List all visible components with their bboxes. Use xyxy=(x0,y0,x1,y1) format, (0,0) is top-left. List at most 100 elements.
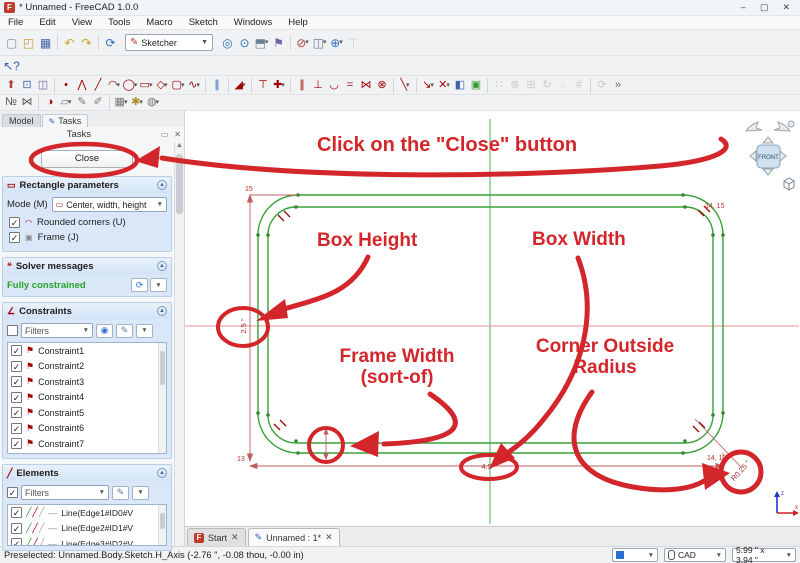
panel-tab-tasks[interactable]: ✎Tasks xyxy=(42,114,89,127)
dropdown-arrow-icon[interactable]: ▾ xyxy=(323,39,327,46)
rounded-corners-checkbox[interactable]: ✓ xyxy=(9,217,20,228)
constraint-checkbox[interactable]: ✓ xyxy=(11,392,22,403)
solver-messages-header[interactable]: ❝ Solver messages ▲ xyxy=(3,258,171,274)
create-point-button[interactable]: • xyxy=(58,77,74,93)
panel-tab-model[interactable]: Model xyxy=(2,114,41,127)
box-element-selection-button[interactable]: ◫▾ xyxy=(311,35,328,51)
collapse-icon[interactable]: ▲ xyxy=(157,261,167,271)
create-fillet-button[interactable]: ◢▾ xyxy=(232,77,248,93)
zoom-tools-button[interactable]: ⊕▾ xyxy=(328,35,345,51)
show-hide-constraints-button[interactable]: ◉ xyxy=(96,324,113,338)
constraint-row[interactable]: ✓⚑Constraint4 xyxy=(8,390,166,406)
view-axonometric-button[interactable]: ⬒▾ xyxy=(253,35,270,51)
workbench-selector[interactable]: ✎ Sketcher ▼ xyxy=(125,34,213,51)
open-file-button[interactable]: ◰ xyxy=(20,35,37,51)
constraint-checkbox[interactable]: ✓ xyxy=(11,423,22,434)
create-arc-button[interactable]: ◠▾ xyxy=(106,77,122,93)
width-dimension-label[interactable]: 4.5 " xyxy=(481,462,497,471)
constraint-row[interactable]: ✓⚑Constraint3 xyxy=(8,374,166,390)
create-bspline-button[interactable]: ∿▾ xyxy=(186,77,202,93)
constrain-symmetric-button[interactable]: ⋈ xyxy=(358,77,374,93)
leave-sketch-button[interactable]: ⬆ xyxy=(3,77,19,93)
menu-item-help[interactable]: Help xyxy=(280,17,316,28)
dropdown-arrow-icon[interactable]: ▾ xyxy=(156,99,160,106)
manual-update-button[interactable]: ⟳ xyxy=(131,278,148,292)
menu-item-macro[interactable]: Macro xyxy=(138,17,180,28)
collapse-icon[interactable]: ▲ xyxy=(157,468,167,478)
elements-filter-dropdown[interactable]: Filters ▼ xyxy=(21,485,109,500)
selection-style-dropdown[interactable]: ▼ xyxy=(612,548,658,562)
deactivate-constraints-button[interactable]: ✐ xyxy=(90,95,106,111)
constraint-row[interactable]: ✓⚑Constraint7 xyxy=(8,436,166,452)
menu-item-tools[interactable]: Tools xyxy=(100,17,138,28)
constraint-checkbox[interactable]: ✓ xyxy=(11,345,22,356)
constrain-distance-horizontal-button[interactable]: ✚▾ xyxy=(271,77,287,93)
float-panel-icon[interactable]: ▭ xyxy=(158,130,172,139)
document-tab-unnamed[interactable]: ✎Unnamed : 1*✕ xyxy=(248,528,340,546)
create-line-button[interactable]: ╱ xyxy=(90,77,106,93)
close-tab-icon[interactable]: ✕ xyxy=(325,532,333,543)
navigation-cube[interactable]: FRONT xyxy=(740,117,796,197)
element-settings-button[interactable]: ✎ xyxy=(112,486,129,500)
constraints-select-all-checkbox[interactable] xyxy=(7,325,18,336)
element-checkbox[interactable]: ✓ xyxy=(11,538,22,546)
height-dimension-label[interactable]: 2.5 " xyxy=(239,318,248,334)
undo-button[interactable]: ↶ xyxy=(61,35,78,51)
menu-item-windows[interactable]: Windows xyxy=(226,17,281,28)
document-tab-start[interactable]: FStart✕ xyxy=(187,528,246,546)
dropdown-arrow-icon[interactable]: ▾ xyxy=(117,82,121,89)
whats-this-button[interactable]: ↖? xyxy=(3,58,20,74)
dropdown-arrow-icon[interactable]: ▾ xyxy=(242,82,246,89)
dimension-button[interactable]: ↘▾ xyxy=(420,77,436,93)
constraint-settings-dropdown[interactable]: ▼ xyxy=(136,324,153,338)
constraint-settings-button[interactable]: ✎ xyxy=(116,324,133,338)
constraints-filter-dropdown[interactable]: Filters ▼ xyxy=(21,323,93,338)
close-task-button[interactable]: Close xyxy=(41,150,133,168)
toolbar-overflow-button[interactable]: » xyxy=(610,77,626,93)
constrain-block-button[interactable]: ⊗ xyxy=(374,77,390,93)
update-options-dropdown[interactable]: ▼ xyxy=(150,278,167,292)
dropdown-arrow-icon[interactable]: ▾ xyxy=(406,82,410,89)
minimize-button[interactable]: – xyxy=(741,2,746,13)
view-sketch-button[interactable]: ⊡ xyxy=(19,77,35,93)
clipping-plane-button[interactable]: ⊘▾ xyxy=(294,35,311,51)
constrain-perpendicular-button[interactable]: ⊥ xyxy=(310,77,326,93)
zoom-fit-all-button[interactable]: ◎ xyxy=(219,35,236,51)
zoom-selection-button[interactable]: ⊙ xyxy=(236,35,253,51)
mode-dropdown[interactable]: ▭ Center, width, height ▼ xyxy=(52,197,167,212)
elements-select-all-checkbox[interactable]: ✓ xyxy=(7,487,18,498)
close-panel-icon[interactable]: ✕ xyxy=(171,130,184,139)
refresh-button[interactable]: ⟳ xyxy=(102,35,119,51)
radius-dimension-label[interactable]: R0.25 " xyxy=(729,458,752,483)
save-file-button[interactable]: ▦ xyxy=(37,35,54,51)
mirror-sketch-button[interactable]: ◧ xyxy=(452,77,468,93)
frame-checkbox[interactable]: ✓ xyxy=(9,232,20,243)
constraint-checkbox[interactable]: ✓ xyxy=(11,361,22,372)
renumber-constraints-button[interactable]: № xyxy=(3,95,19,111)
create-rectangle-button[interactable]: ▭▾ xyxy=(138,77,154,93)
render-order-button[interactable]: ◍▾ xyxy=(145,95,161,111)
navigation-style-dropdown[interactable]: CAD ▼ xyxy=(664,548,726,562)
dropdown-arrow-icon[interactable]: ▾ xyxy=(305,39,309,46)
constraint-row[interactable]: ✓⚑Constraint1 xyxy=(8,343,166,359)
constraint-checkbox[interactable]: ✓ xyxy=(11,438,22,449)
dropdown-arrow-icon[interactable]: ▾ xyxy=(196,82,200,89)
dimension-display-dropdown[interactable]: 5.99 " x 3.94 " ▼ xyxy=(732,548,796,562)
dropdown-arrow-icon[interactable]: ▾ xyxy=(164,82,168,89)
constraint-row[interactable]: ✓⚑Constraint2 xyxy=(8,359,166,375)
measure-button[interactable]: ⚑ xyxy=(270,35,287,51)
create-polygon-button[interactable]: ◇▾ xyxy=(154,77,170,93)
toggle-active-constraint-button[interactable]: ▱▾ xyxy=(58,95,74,111)
toggle-grid-button[interactable]: ▦▾ xyxy=(113,95,129,111)
dropdown-arrow-icon[interactable]: ▾ xyxy=(139,99,143,106)
create-circle-button[interactable]: ◯▾ xyxy=(122,77,138,93)
new-file-button[interactable]: ▢ xyxy=(3,35,20,51)
constraints-header[interactable]: ∠ Constraints ▲ xyxy=(3,303,171,319)
menu-item-file[interactable]: File xyxy=(0,17,31,28)
dropdown-arrow-icon[interactable]: ▾ xyxy=(134,82,138,89)
dropdown-arrow-icon[interactable]: ▾ xyxy=(339,39,343,46)
toggle-construction-mode-button[interactable]: ∥ xyxy=(209,77,225,93)
elements-scrollbar[interactable] xyxy=(158,505,166,545)
redo-button[interactable]: ↷ xyxy=(78,35,95,51)
toggle-construction-geometry-button[interactable]: ◑ xyxy=(42,95,58,111)
